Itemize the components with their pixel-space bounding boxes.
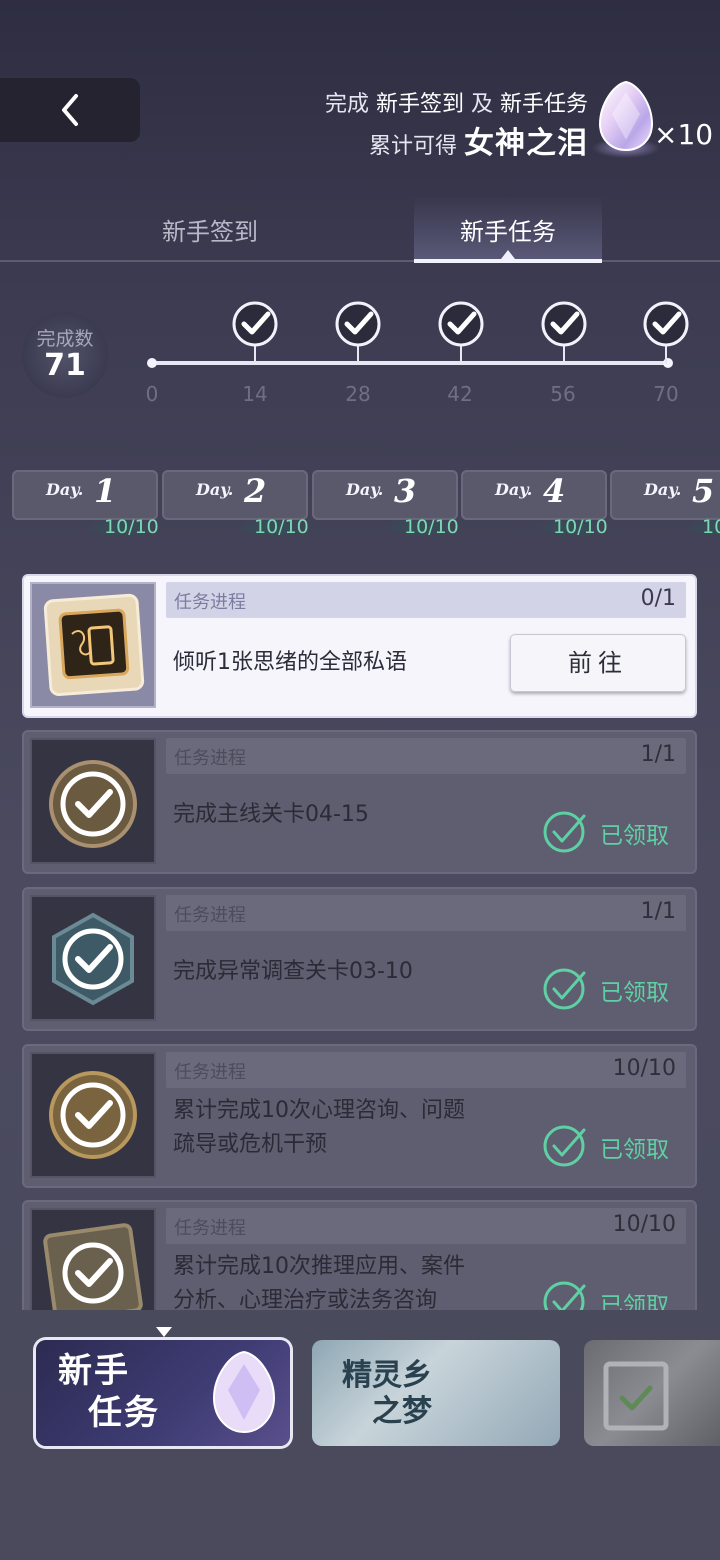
back-button[interactable]	[0, 78, 140, 142]
milestone-claimed-check-icon[interactable]	[540, 300, 588, 348]
milestone-claimed-check-icon[interactable]	[231, 300, 279, 348]
day-selector: Day. 1 10/10 Day. 2 10/10 Day. 3 10/10 D…	[0, 460, 720, 550]
day-card-1[interactable]: Day. 1 10/10	[12, 470, 162, 538]
task-thumbnail	[30, 1052, 156, 1178]
day-progress: 10/10	[702, 516, 720, 538]
track-start-dot	[147, 358, 157, 368]
main-stage-medal-check-icon	[49, 760, 137, 848]
task-thumbnail	[30, 895, 156, 1021]
task-thumbnail	[30, 738, 156, 864]
task-progress-label: 任务进程	[174, 748, 246, 769]
task-card: 任务进程 10/10 累计完成10次推理应用、案件 分析、心理治疗或法务咨询 已…	[24, 1202, 695, 1310]
day-card-4[interactable]: Day. 4 10/10	[461, 470, 611, 538]
task-thumbnail	[30, 1208, 156, 1310]
goddess-tear-gem-icon	[212, 1350, 276, 1434]
track-tick-label: 56	[550, 382, 576, 406]
task-list[interactable]: 任务进程 0/1 倾听1张思绪的全部私语 前往 任务进程 1/1 完成主线关卡0…	[0, 570, 720, 1310]
track-tick-label: 28	[345, 382, 371, 406]
day-progress: 10/10	[404, 516, 459, 538]
tab-caret-icon	[501, 250, 515, 259]
completion-value: 71	[44, 348, 86, 383]
tab-divider	[0, 260, 720, 262]
nav-card-spirit-dream[interactable]: 精灵乡 之梦	[312, 1340, 560, 1446]
task-progress-label: 任务进程	[174, 905, 246, 926]
track-tick-label: 14	[242, 382, 268, 406]
claimed-check-icon	[543, 811, 586, 853]
track-tick-label: 42	[447, 382, 473, 406]
anomaly-hexagon-check-icon	[52, 912, 134, 1006]
day-progress: 10/10	[104, 516, 159, 538]
task-progress-value: 10/10	[612, 1212, 676, 1237]
promo-text-line1: 完成 新手签到 及 新手任务	[324, 92, 588, 117]
reasoning-plate-check-icon	[43, 1223, 143, 1310]
tab-active-underline	[414, 259, 602, 263]
task-progress-value: 0/1	[640, 586, 676, 611]
task-card: 任务进程 0/1 倾听1张思绪的全部私语 前往	[24, 576, 695, 716]
day-card-2[interactable]: Day. 2 10/10	[162, 470, 312, 538]
task-description: 倾听1张思绪的全部私语	[173, 650, 407, 675]
task-card: 任务进程 10/10 累计完成10次心理咨询、问题 疏导或危机干预 已领取	[24, 1046, 695, 1186]
milestone-claimed-check-icon[interactable]	[334, 300, 382, 348]
task-progress-label: 任务进程	[174, 592, 246, 613]
reward-name: 女神之泪	[464, 126, 588, 161]
reward-count: ×10	[654, 118, 714, 151]
tab-newbie-checkin[interactable]: 新手签到	[120, 212, 300, 247]
selected-caret-icon	[156, 1327, 172, 1337]
counseling-coin-check-icon	[49, 1071, 137, 1159]
task-progress-label: 任务进程	[174, 1218, 246, 1239]
task-description: 累计完成10次推理应用、案件 分析、心理治疗或法务咨询	[173, 1254, 465, 1310]
task-progress-label: 任务进程	[174, 1062, 246, 1083]
task-progress-value: 1/1	[640, 742, 676, 767]
task-description: 累计完成10次心理咨询、问题 疏导或危机干预	[173, 1098, 465, 1157]
claimed-check-icon	[543, 1125, 586, 1167]
task-progress-value: 1/1	[640, 899, 676, 924]
memory-chip-icon	[43, 593, 145, 696]
day-card-3[interactable]: Day. 3 10/10	[312, 470, 462, 538]
day-progress: 10/10	[553, 516, 608, 538]
task-card: 任务进程 1/1 完成主线关卡04-15 已领取	[24, 732, 695, 872]
task-thumbnail	[30, 582, 156, 708]
goddess-tear-gem-icon	[592, 80, 660, 158]
claimed-check-icon	[543, 968, 586, 1010]
chevron-left-icon	[62, 94, 78, 126]
claimed-check-icon	[543, 1281, 586, 1310]
track-tick-label: 0	[145, 382, 159, 406]
day-progress: 10/10	[254, 516, 309, 538]
nav-card-newbie-tasks[interactable]: 新手 任务	[36, 1340, 290, 1446]
task-description: 完成异常调查关卡03-10	[173, 959, 413, 984]
milestone-track	[152, 361, 668, 365]
task-card: 任务进程 1/1 完成异常调查关卡03-10 已领取	[24, 889, 695, 1029]
nav-card-third[interactable]	[584, 1340, 720, 1446]
task-progress-value: 10/10	[612, 1056, 676, 1081]
track-tick-label: 70	[653, 382, 679, 406]
task-description: 完成主线关卡04-15	[173, 802, 369, 827]
day-card-5[interactable]: Day. 5 10/10	[610, 470, 720, 538]
promo-text-line2: 累计可得 女神之泪	[368, 126, 588, 161]
milestone-claimed-check-icon[interactable]	[437, 300, 485, 348]
tab-newbie-tasks[interactable]: 新手任务	[414, 212, 602, 247]
clipboard-check-icon	[603, 1361, 669, 1431]
completion-label: 完成数	[36, 328, 94, 350]
go-button[interactable]: 前往	[510, 634, 686, 692]
milestone-claimed-check-icon[interactable]	[642, 300, 690, 348]
